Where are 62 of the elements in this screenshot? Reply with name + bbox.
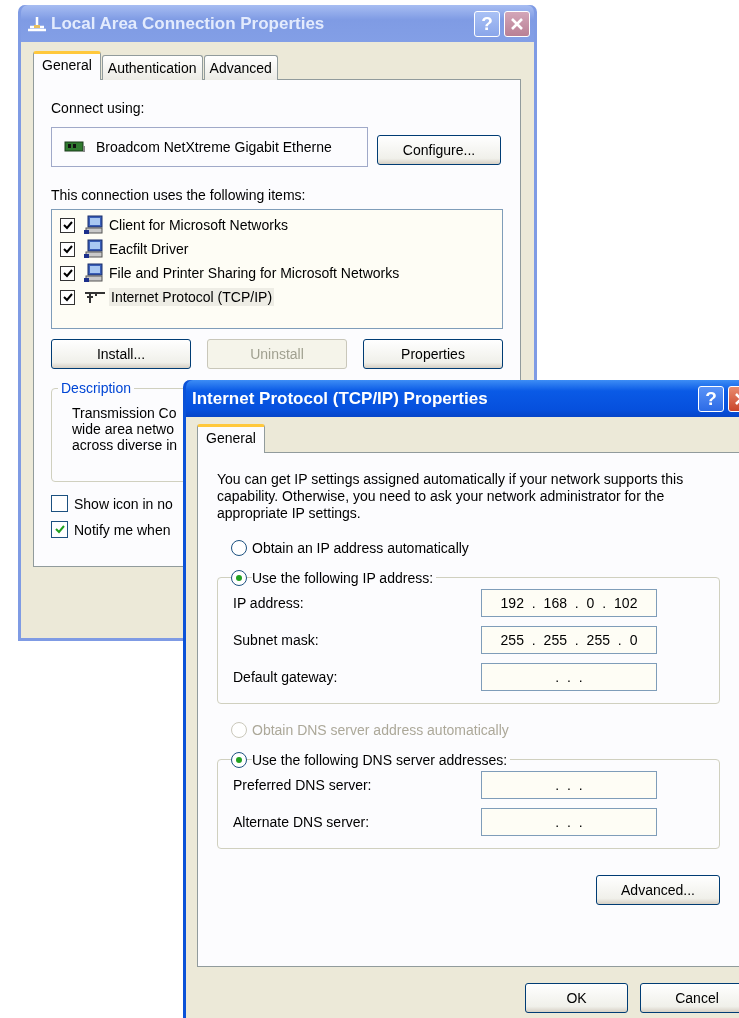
advanced-button[interactable]: Advanced... [596, 875, 720, 905]
radio-button[interactable] [231, 752, 247, 768]
network-plug-icon [84, 290, 106, 304]
checkbox-label: Notify me when [74, 521, 171, 538]
network-card-icon [64, 140, 86, 154]
adapter-name: Broadcom NetXtreme Gigabit Etherne [96, 139, 332, 155]
ip-address-field[interactable]: . . . [481, 807, 657, 836]
label: Connect using: [51, 100, 146, 116]
checkbox[interactable] [51, 521, 68, 538]
radio-label: Use the following DNS server addresses: [252, 752, 511, 768]
radio-label: Obtain an IP address automatically [252, 540, 469, 556]
help-button[interactable]: ? [698, 385, 724, 412]
label: This connection uses the following items: [51, 187, 307, 203]
window-title: Internet Protocol (TCP/IP) Properties [192, 388, 488, 409]
computer-icon [84, 239, 104, 259]
ip-address-field[interactable]: . . . [481, 770, 657, 799]
check-icon [54, 525, 65, 534]
check-icon [62, 292, 73, 302]
ok-button[interactable]: OK [525, 983, 628, 1013]
field-label: Alternate DNS server: [233, 813, 370, 830]
network-icon [27, 15, 47, 32]
description-text: across diverse in [72, 437, 178, 453]
check-icon [62, 244, 73, 254]
cancel-button[interactable]: Cancel [640, 983, 739, 1013]
ip-address-field[interactable]: . . . [481, 662, 657, 691]
ip-address-field[interactable]: 255 . 255 . 255 . 0 [481, 625, 657, 654]
computer-icon [84, 215, 104, 235]
checkbox-label: Show icon in no [74, 495, 173, 512]
radio-button[interactable] [231, 570, 247, 586]
list-item[interactable]: Internet Protocol (TCP/IP) [109, 288, 275, 306]
list-item[interactable]: Eacfilt Driver [107, 240, 191, 258]
field-label: Preferred DNS server: [233, 776, 372, 793]
ip-address-field[interactable]: 192 . 168 . 0 . 102 [481, 588, 657, 617]
action-button[interactable]: Properties [363, 339, 503, 369]
tab[interactable]: Advanced [203, 55, 278, 80]
checkbox[interactable] [51, 495, 68, 512]
checkbox[interactable] [60, 265, 75, 281]
list-item[interactable]: File and Printer Sharing for Microsoft Networks [107, 264, 402, 282]
field-label: Subnet mask: [233, 631, 319, 648]
checkbox[interactable] [60, 289, 75, 305]
field-label: IP address: [233, 594, 304, 611]
radio-button[interactable] [231, 540, 247, 556]
tab[interactable]: Authentication [101, 55, 203, 80]
window-title: Local Area Connection Properties [51, 13, 325, 34]
configure-button[interactable]: Configure... [377, 135, 501, 165]
tab[interactable]: General [33, 51, 101, 80]
group-title: Description [58, 380, 135, 396]
checkbox[interactable] [60, 217, 75, 233]
list-item[interactable]: Client for Microsoft Networks [107, 216, 290, 234]
radio-label: Obtain DNS server address automatically [252, 722, 509, 738]
action-button[interactable]: Install... [51, 339, 191, 369]
checkbox[interactable] [60, 241, 75, 257]
description-text: Transmission Co [72, 405, 177, 421]
tab[interactable]: General [197, 424, 265, 453]
check-icon [62, 220, 73, 230]
radio-label: Use the following IP address: [252, 570, 437, 586]
description-text: wide area netwo [72, 421, 174, 437]
intro-text: You can get IP settings assigned automatically if your network supports this capability. Otherwise, you need to ask your network administrator for the appropriate IP settings. [217, 471, 685, 522]
close-icon [510, 16, 524, 31]
computer-icon [84, 263, 104, 283]
check-icon [62, 268, 73, 278]
field-label: Default gateway: [233, 668, 338, 685]
